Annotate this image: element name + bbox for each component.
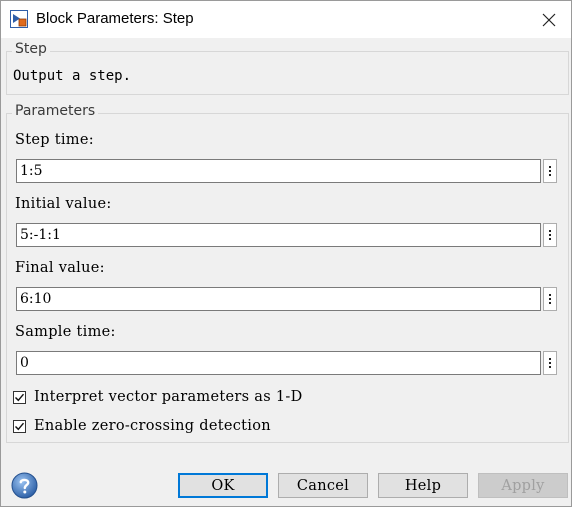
interpret-vector-checkbox-row[interactable]: Interpret vector parameters as 1-D bbox=[13, 389, 303, 405]
simulink-block-icon bbox=[10, 10, 28, 28]
sample-time-more-button[interactable] bbox=[543, 351, 557, 375]
description-group-title: Step bbox=[12, 41, 50, 57]
block-parameters-dialog: Block Parameters: Step Step Output a ste… bbox=[0, 0, 572, 507]
zero-crossing-label: Enable zero-crossing detection bbox=[34, 418, 271, 434]
dot-icon bbox=[549, 174, 551, 176]
initial-value-more-button[interactable] bbox=[543, 223, 557, 247]
zero-crossing-checkbox[interactable] bbox=[13, 419, 26, 433]
step-time-more-button[interactable] bbox=[543, 159, 557, 183]
dot-icon bbox=[549, 294, 551, 296]
title-bar[interactable]: Block Parameters: Step bbox=[1, 1, 571, 38]
parameters-group-title: Parameters bbox=[12, 103, 99, 119]
block-description: Output a step. bbox=[13, 68, 132, 84]
cancel-button[interactable]: Cancel bbox=[278, 473, 368, 498]
ok-button[interactable]: OK bbox=[178, 473, 268, 498]
dot-icon bbox=[549, 302, 551, 304]
final-value-label: Final value: bbox=[15, 260, 105, 276]
checkmark-icon bbox=[15, 422, 25, 430]
close-button[interactable] bbox=[527, 1, 571, 38]
dot-icon bbox=[549, 170, 551, 172]
checkmark-icon bbox=[15, 393, 25, 401]
dot-icon bbox=[549, 230, 551, 232]
dot-icon bbox=[549, 298, 551, 300]
interpret-vector-label: Interpret vector parameters as 1-D bbox=[34, 389, 303, 405]
zero-crossing-checkbox-row[interactable]: Enable zero-crossing detection bbox=[13, 418, 271, 434]
dot-icon bbox=[549, 358, 551, 360]
step-time-field[interactable]: 1:5 bbox=[16, 159, 541, 183]
help-button[interactable]: Help bbox=[378, 473, 468, 498]
final-value-more-button[interactable] bbox=[543, 287, 557, 311]
initial-value-label: Initial value: bbox=[15, 196, 112, 212]
dot-icon bbox=[549, 166, 551, 168]
dot-icon bbox=[549, 366, 551, 368]
window-title: Block Parameters: Step bbox=[36, 10, 194, 27]
help-icon[interactable] bbox=[11, 472, 38, 499]
close-icon bbox=[542, 13, 556, 26]
dot-icon bbox=[549, 362, 551, 364]
sample-time-field[interactable]: 0 bbox=[16, 351, 541, 375]
final-value-field[interactable]: 6:10 bbox=[16, 287, 541, 311]
dot-icon bbox=[549, 234, 551, 236]
dot-icon bbox=[549, 238, 551, 240]
initial-value-field[interactable]: 5:-1:1 bbox=[16, 223, 541, 247]
apply-button[interactable]: Apply bbox=[478, 473, 568, 498]
sample-time-label: Sample time: bbox=[15, 324, 116, 340]
interpret-vector-checkbox[interactable] bbox=[13, 390, 26, 404]
step-time-label: Step time: bbox=[15, 132, 94, 148]
